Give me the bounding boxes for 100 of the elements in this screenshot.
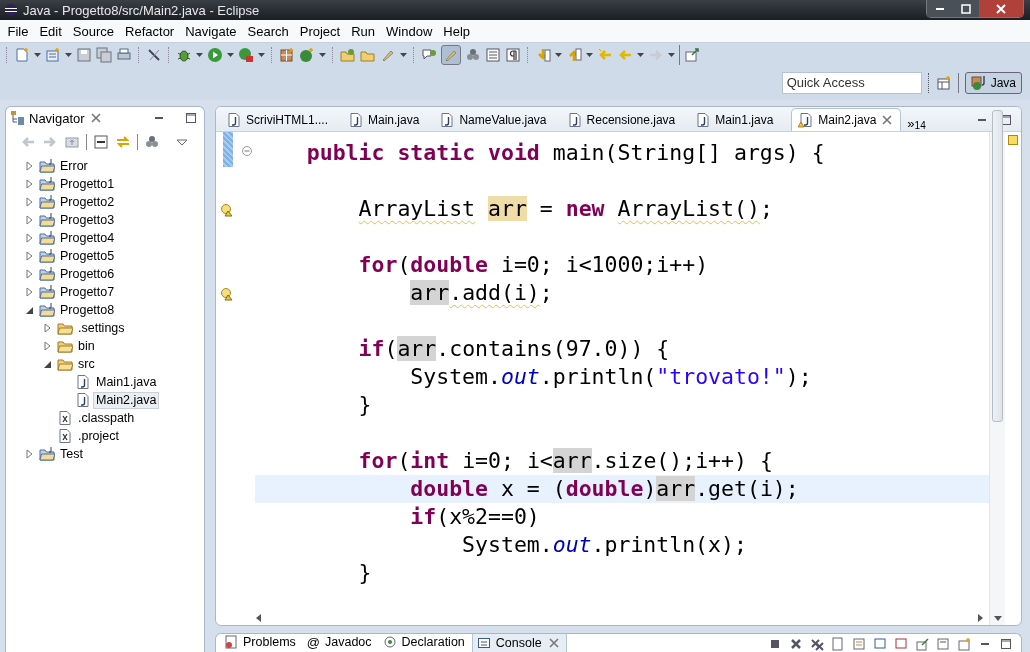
tree-item[interactable]: .classpath [75,409,138,427]
print-icon[interactable] [116,47,132,63]
tree-item[interactable]: Main1.java [93,373,160,391]
collapse-all-icon[interactable] [93,134,109,150]
scroll-down-icon[interactable] [993,616,1002,621]
maximize-icon[interactable] [999,636,1013,651]
menu-item[interactable]: Source [67,23,120,39]
warning-marker-icon[interactable] [1008,135,1018,145]
close-icon[interactable] [880,113,895,127]
dropdown-caret-icon[interactable] [227,53,234,57]
pen-icon[interactable] [146,47,162,63]
pilcrow-icon[interactable] [505,47,521,63]
perspective-button[interactable]: Java [964,71,1022,94]
tree-item[interactable]: Progetto1 [57,175,118,193]
dropdown-caret-icon[interactable] [400,53,407,57]
close-button[interactable] [979,0,1023,17]
block-icon[interactable] [465,47,481,63]
editor-tab[interactable]: Recensione.java [560,109,690,131]
warning-icon[interactable] [220,285,234,301]
tree-item[interactable]: Error [57,157,91,175]
view-tab[interactable]: @ Javadoc [302,634,379,652]
open-console-icon[interactable] [957,636,971,651]
new-java-class-icon[interactable] [299,47,315,63]
scroll-right-icon[interactable] [978,614,983,622]
menu-item[interactable]: Project [294,23,346,39]
dropdown-caret-icon[interactable] [637,53,644,57]
view-tab[interactable]: Problems [220,634,303,652]
view-tab[interactable]: Console [471,634,567,652]
dropdown-caret-icon[interactable] [65,53,72,57]
run-tool-icon[interactable] [238,47,254,63]
tree-item[interactable]: Progetto3 [57,211,118,229]
open-type-icon[interactable] [340,47,356,63]
tree-item[interactable]: Test [57,445,86,463]
next-annotation-icon[interactable] [535,47,551,63]
menu-item[interactable]: Help [437,23,476,39]
dropdown-caret-icon[interactable] [196,53,203,57]
tree-item[interactable]: Progetto5 [57,247,118,265]
bug-icon[interactable] [176,47,192,63]
highlight-icon[interactable] [441,45,461,65]
maximize-button[interactable] [953,0,979,17]
menu-item[interactable]: Search [242,23,295,39]
dropdown-caret-icon[interactable] [258,53,265,57]
dropdown-caret-icon[interactable] [586,53,593,57]
editor-tab[interactable]: ScriviHTML1.... [220,109,342,131]
tree-item[interactable]: Progetto4 [57,229,118,247]
quick-access-field[interactable]: Quick Access [781,71,922,94]
scroll-lock-icon[interactable] [852,636,866,651]
scroll-left-icon[interactable] [256,614,261,622]
editor-tab[interactable]: Main1.java [689,109,788,131]
menu-item[interactable]: Edit [33,23,68,39]
link-editor-icon[interactable] [115,134,131,150]
play-icon[interactable] [207,47,223,63]
open-perspective-icon[interactable] [935,74,952,91]
warning-icon[interactable] [220,201,234,217]
show-error-icon[interactable] [894,636,908,651]
scrollbar-thumb[interactable] [992,109,1003,422]
tree-item[interactable]: src [75,355,98,373]
list-icon[interactable] [485,47,501,63]
editor-tab[interactable]: Main2.java [791,108,902,131]
tree-item[interactable]: Main2.java [93,391,160,409]
tree-item[interactable]: .settings [75,319,128,337]
clear-console-icon[interactable] [831,636,845,651]
tree-item[interactable]: Progetto8 [57,301,118,319]
editor-tab[interactable]: NameValue.java [433,109,561,131]
close-icon[interactable] [546,635,561,650]
pin-console-icon[interactable] [915,636,929,651]
view-tab[interactable]: Declaration [378,634,472,652]
remove-icon[interactable] [789,636,803,651]
tree-item[interactable]: Progetto7 [57,283,118,301]
tree-item[interactable]: bin [75,337,98,355]
menu-item[interactable]: Navigate [179,23,242,39]
tree-item[interactable]: Progetto2 [57,193,118,211]
filters-icon[interactable] [144,134,160,150]
menu-item[interactable]: File [2,23,34,39]
editor-tab[interactable]: Main.java [342,109,434,131]
tree-item[interactable]: Progetto6 [57,265,118,283]
java-perspective-icon [970,74,987,91]
up-folder-icon[interactable] [64,134,80,150]
minimize-button[interactable] [927,0,953,17]
folder-icon [57,320,73,336]
close-icon [996,3,1006,14]
maximize-icon[interactable] [184,111,198,125]
tree-item[interactable]: .project [75,427,122,445]
dropdown-caret-icon[interactable] [555,53,562,57]
show-output-icon[interactable] [873,636,887,651]
menu-item[interactable]: Refactor [119,23,180,39]
remove-all-icon[interactable] [810,636,824,651]
dropdown-caret-icon[interactable] [34,53,41,57]
save-all-icon[interactable] [96,47,112,63]
menu-item[interactable]: Window [380,23,438,39]
pin-editor-icon[interactable] [684,47,700,63]
display-console-icon[interactable] [936,636,950,651]
view-menu-icon[interactable] [176,137,188,147]
fold-icon[interactable] [240,145,253,157]
navigator-tab[interactable]: Navigator [10,110,103,126]
dropdown-caret-icon[interactable] [668,53,675,57]
dropdown-caret-icon[interactable] [319,53,326,57]
new-class-icon[interactable] [279,47,295,63]
project-folder-icon [39,248,55,264]
menu-item[interactable]: Run [345,23,381,39]
